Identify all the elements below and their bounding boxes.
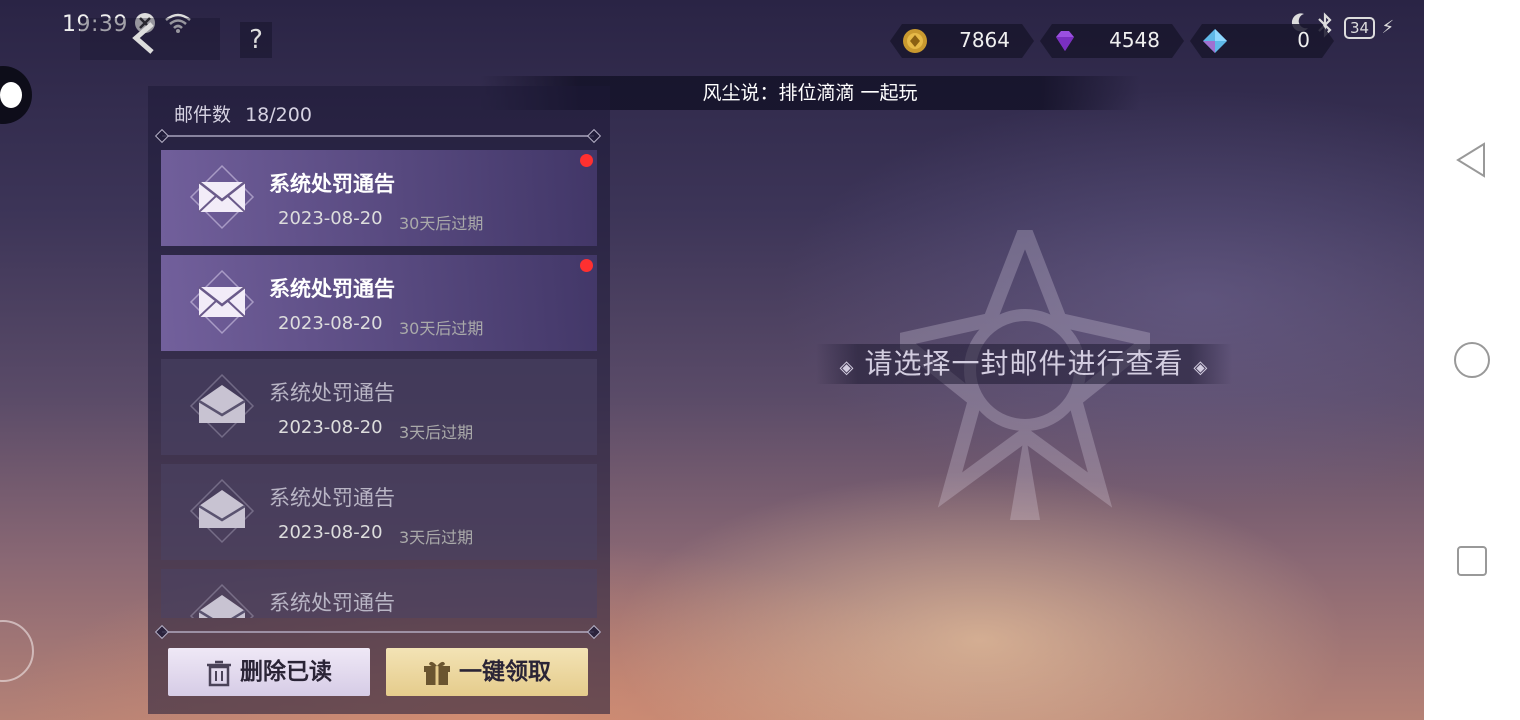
nav-back-triangle-icon[interactable] xyxy=(1452,140,1492,180)
mail-date: 2023-08-20 xyxy=(278,522,383,543)
mail-item[interactable]: 系统处罚通告 2023-08-20 3天后过期 xyxy=(161,359,597,455)
mail-expiry: 30天后过期 xyxy=(399,319,484,338)
unread-dot xyxy=(580,259,593,272)
mail-date: 2023-08-20 xyxy=(278,208,383,229)
mail-title: 系统处罚通告 xyxy=(269,591,395,615)
unread-dot xyxy=(580,154,593,167)
floating-ball[interactable] xyxy=(0,66,32,124)
claim-all-label: 一键领取 xyxy=(459,659,551,685)
diamond-bullet-icon: ◈ xyxy=(839,357,855,378)
mail-expiry: 3天后过期 xyxy=(399,528,474,547)
battery-level: 34 xyxy=(1344,17,1376,39)
open-envelope-icon xyxy=(189,478,255,544)
envelope-icon xyxy=(189,269,255,335)
diamond-amount: 4548 xyxy=(1109,28,1160,52)
claim-all-button[interactable]: 一键领取 xyxy=(386,648,588,696)
gold-amount: 7864 xyxy=(959,28,1010,52)
mail-title: 系统处罚通告 xyxy=(269,381,395,405)
mail-expiry: 3天后过期 xyxy=(399,423,474,442)
currency-gold[interactable]: 7864 xyxy=(890,24,1034,58)
mail-title: 系统处罚通告 xyxy=(269,277,395,301)
mail-title: 系统处罚通告 xyxy=(269,486,395,510)
delete-read-label: 删除已读 xyxy=(240,659,332,685)
help-question-icon[interactable]: ? xyxy=(240,22,272,58)
back-arrow-icon[interactable] xyxy=(130,20,156,65)
mail-date: 2023-08-20 xyxy=(278,417,383,438)
mail-count: 邮件数 18/200 xyxy=(174,100,312,127)
mail-item[interactable]: 系统处罚通告 2023-08-20 30天后过期 xyxy=(161,255,597,351)
nav-home-circle-icon[interactable] xyxy=(1452,340,1492,380)
gold-coin-icon xyxy=(902,28,928,54)
floating-ring[interactable] xyxy=(0,620,34,682)
battery-icon: 34 ⚡ xyxy=(1344,14,1394,39)
mail-expiry: 30天后过期 xyxy=(399,214,484,233)
open-envelope-icon xyxy=(189,373,255,439)
game-screen: 19:39 34 ⚡ ? 7864 4548 0 风尘说：排位滴滴 一起玩 邮件… xyxy=(0,0,1424,720)
mail-panel: 邮件数 18/200 系统处罚通告 2023-08-20 30天后过期 系统处罚… xyxy=(148,86,610,714)
mail-content-placeholder: ◈ 请选择一封邮件进行查看 ◈ xyxy=(816,344,1232,384)
delete-read-button[interactable]: 删除已读 xyxy=(168,648,370,696)
diamond-bullet-icon: ◈ xyxy=(1193,357,1209,378)
bottom-divider xyxy=(162,631,594,633)
envelope-icon xyxy=(189,164,255,230)
crystal-amount: 0 xyxy=(1297,28,1310,52)
mail-item[interactable]: 系统处罚通告 2023-08-20 3天后过期 xyxy=(161,464,597,560)
mail-title: 系统处罚通告 xyxy=(269,172,395,196)
currency-diamond[interactable]: 4548 xyxy=(1040,24,1184,58)
mail-item[interactable]: 系统处罚通告 2023-08-20 30天后过期 xyxy=(161,150,597,246)
top-divider xyxy=(162,135,594,137)
placeholder-text: 请选择一封邮件进行查看 xyxy=(864,347,1184,380)
nav-recents-square-icon[interactable] xyxy=(1452,542,1492,582)
open-envelope-icon xyxy=(189,583,255,618)
currency-crystal[interactable]: 0 xyxy=(1190,24,1334,58)
gift-icon xyxy=(424,661,450,685)
mail-count-label: 邮件数 xyxy=(174,104,232,126)
mail-count-value: 18/200 xyxy=(245,104,312,126)
purple-diamond-icon xyxy=(1052,28,1078,54)
blue-crystal-icon xyxy=(1202,28,1228,54)
mail-list[interactable]: 系统处罚通告 2023-08-20 30天后过期 系统处罚通告 2023-08-… xyxy=(161,150,597,618)
trash-icon xyxy=(207,660,231,686)
mail-item[interactable]: 系统处罚通告 xyxy=(161,569,597,618)
mail-date: 2023-08-20 xyxy=(278,313,383,334)
